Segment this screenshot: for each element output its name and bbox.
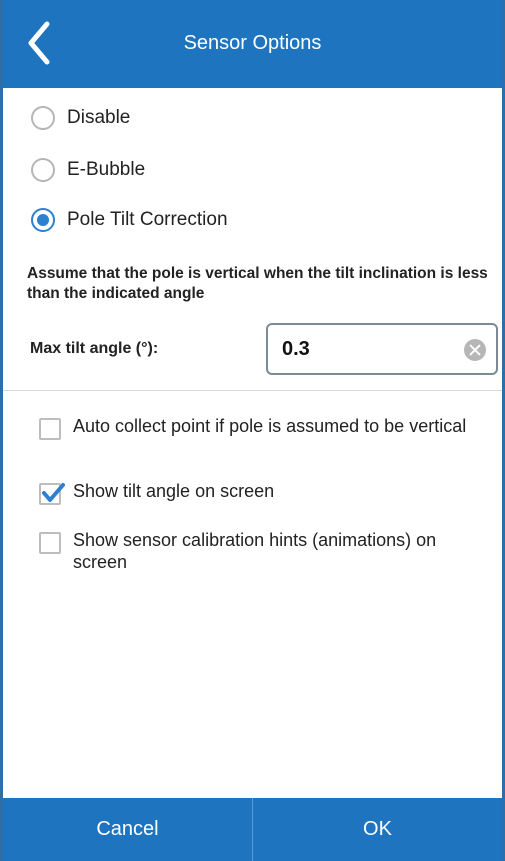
cancel-button[interactable]: Cancel (3, 798, 252, 861)
app-bar: Sensor Options (3, 0, 502, 88)
option-label: Show tilt angle on screen (73, 481, 275, 501)
divider (3, 390, 502, 391)
option-label: Show sensor calibration hints (animation… (73, 530, 437, 572)
max-tilt-field (266, 323, 498, 375)
tilt-description: Assume that the pole is vertical when th… (27, 265, 488, 302)
option-auto-collect[interactable]: Auto collect point if pole is assumed to… (39, 415, 489, 440)
radio-label: E-Bubble (67, 159, 146, 180)
max-tilt-label: Max tilt angle (°): (30, 340, 159, 357)
ok-button[interactable]: OK (253, 798, 502, 861)
radio-label: Pole Tilt Correction (67, 209, 228, 230)
radio-disable[interactable]: Disable (31, 106, 130, 130)
checkbox-checked[interactable] (39, 483, 65, 505)
radio-button[interactable] (31, 158, 55, 182)
clear-circle-icon[interactable] (464, 339, 486, 361)
checkbox[interactable] (39, 418, 61, 440)
radio-e-bubble[interactable]: E-Bubble (31, 158, 145, 182)
checkmark-icon (42, 483, 65, 502)
sensor-options-screen: Sensor Options Disable E-Bubble Pole Til… (0, 0, 505, 861)
radio-label: Disable (67, 107, 131, 128)
option-label: Auto collect point if pole is assumed to… (73, 416, 467, 436)
footer-bar: Cancel OK (3, 798, 502, 861)
option-show-tilt-angle[interactable]: Show tilt angle on screen (39, 480, 489, 505)
option-calibration-hints[interactable]: Show sensor calibration hints (animation… (39, 529, 494, 573)
max-tilt-input[interactable] (282, 335, 462, 363)
radio-button-selected[interactable] (31, 208, 55, 232)
page-title: Sensor Options (183, 32, 322, 54)
radio-button[interactable] (31, 106, 55, 130)
checkbox[interactable] (39, 532, 61, 554)
radio-pole-tilt-correction[interactable]: Pole Tilt Correction (31, 208, 228, 232)
